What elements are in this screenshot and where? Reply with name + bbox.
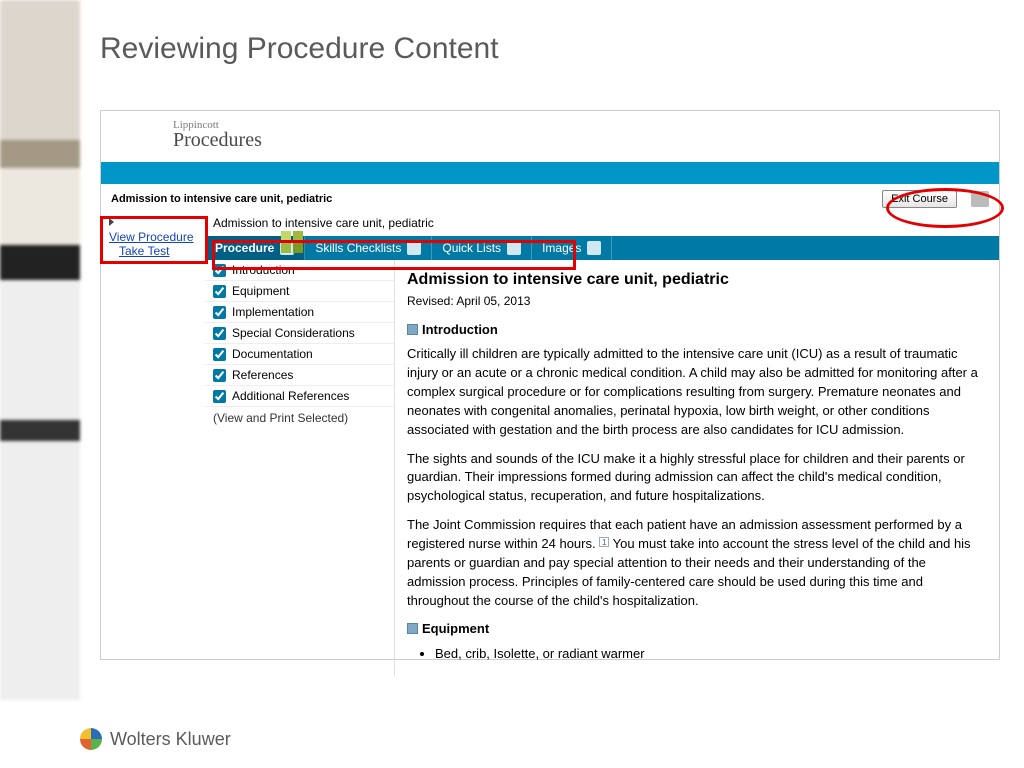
list-item: Bed, crib, Isolette, or radiant warmer — [435, 645, 987, 664]
decorative-side-image — [0, 0, 80, 700]
tab-bar: Procedure Skills Checklists Quick Lists … — [205, 236, 999, 260]
check-icon — [407, 241, 421, 255]
print-icon[interactable] — [971, 191, 989, 207]
toc-label[interactable]: Special Considerations — [232, 326, 355, 340]
brand-main-text: Procedures — [173, 129, 985, 152]
toc-item: Additional References — [205, 386, 394, 407]
toc-item: Equipment — [205, 281, 394, 302]
slide-title: Reviewing Procedure Content — [100, 32, 499, 66]
toc-checkbox[interactable] — [213, 348, 226, 361]
paragraph: The Joint Commission requires that each … — [407, 516, 987, 610]
paragraph: Critically ill children are typically ad… — [407, 345, 987, 439]
section-square-icon — [407, 324, 418, 335]
tab-label: Procedure — [215, 241, 274, 255]
toc-label[interactable]: Implementation — [232, 305, 314, 319]
section-square-icon — [407, 623, 418, 634]
toc-print-link[interactable]: (View and Print Selected) — [205, 407, 394, 429]
toc-checkbox[interactable] — [213, 285, 226, 298]
view-procedure-link[interactable]: View Procedure — [109, 230, 201, 244]
toc-item: Implementation — [205, 302, 394, 323]
tab-images[interactable]: Images — [532, 236, 612, 260]
article-title: Admission to intensive care unit, pediat… — [407, 268, 987, 291]
section-heading-text: Equipment — [422, 621, 489, 636]
take-test-link[interactable]: Take Test — [119, 244, 201, 258]
equipment-list: Bed, crib, Isolette, or radiant warmer — [435, 645, 987, 664]
toc-checkbox[interactable] — [213, 369, 226, 382]
toc-label[interactable]: Documentation — [232, 347, 313, 361]
toc-item: References — [205, 365, 394, 386]
tab-label: Skills Checklists — [315, 241, 401, 255]
paragraph: The sights and sounds of the ICU make it… — [407, 450, 987, 507]
toc-label[interactable]: Equipment — [232, 284, 289, 298]
footnote-ref-icon[interactable]: 1 — [599, 537, 609, 547]
toc-item: Special Considerations — [205, 323, 394, 344]
toc-item: Documentation — [205, 344, 394, 365]
article-body: Admission to intensive care unit, pediat… — [395, 260, 999, 676]
image-icon — [587, 241, 601, 255]
tab-quick-lists[interactable]: Quick Lists — [432, 236, 532, 260]
toc-checkbox[interactable] — [213, 264, 226, 277]
caret-right-icon — [109, 218, 114, 226]
brand-logo-icon — [281, 231, 303, 253]
toc: Introduction Equipment Implementation Sp… — [205, 260, 395, 676]
toc-checkbox[interactable] — [213, 390, 226, 403]
toc-label[interactable]: Additional References — [232, 389, 349, 403]
toc-checkbox[interactable] — [213, 306, 226, 319]
article-revised: Revised: April 05, 2013 — [407, 293, 987, 310]
section-heading-text: Introduction — [422, 322, 498, 337]
tab-skills-checklists[interactable]: Skills Checklists — [305, 236, 432, 260]
toc-item: Introduction — [205, 260, 394, 281]
section-heading-introduction: Introduction — [407, 321, 987, 340]
footer-company: Wolters Kluwer — [110, 729, 231, 750]
toc-label[interactable]: Introduction — [232, 263, 295, 277]
section-heading-equipment: Equipment — [407, 620, 987, 639]
slide-footer: Wolters Kluwer — [80, 728, 231, 750]
page-subtitle: Admission to intensive care unit, pediat… — [111, 193, 332, 205]
top-blue-bar — [101, 162, 999, 184]
content-heading: Admission to intensive care unit, pediat… — [205, 212, 999, 236]
brand-block: Lippincott Procedures — [101, 111, 999, 162]
left-rail: View Procedure Take Test — [101, 212, 205, 676]
exit-course-button[interactable]: Exit Course — [882, 190, 957, 208]
application-window: Lippincott Procedures Admission to inten… — [100, 110, 1000, 660]
list-icon — [507, 241, 521, 255]
toc-label[interactable]: References — [232, 368, 293, 382]
tab-label: Images — [542, 241, 581, 255]
tab-label: Quick Lists — [442, 241, 501, 255]
wolters-kluwer-globe-icon — [80, 728, 102, 750]
toc-checkbox[interactable] — [213, 327, 226, 340]
